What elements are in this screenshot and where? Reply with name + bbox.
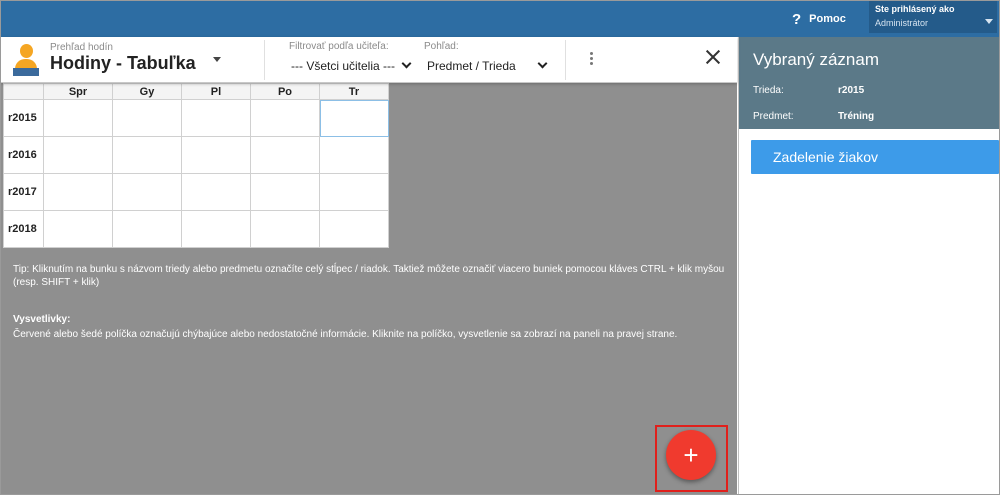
add-button[interactable]: + (666, 430, 716, 480)
field-value: Tréning (838, 111, 875, 122)
table-cell[interactable] (43, 210, 113, 248)
table-cell[interactable] (250, 210, 320, 248)
table-cell[interactable] (250, 173, 320, 211)
column-header[interactable]: Pl (181, 83, 251, 100)
row-header[interactable]: r2017 (3, 173, 44, 211)
view-label: Pohľad: (424, 41, 459, 52)
divider (264, 40, 265, 80)
table-cell[interactable] (181, 210, 251, 248)
table-cell[interactable] (43, 99, 113, 137)
table-row: r2015 (3, 99, 389, 137)
top-bar: ? Pomoc Ste prihlásený ako Administrátor (1, 1, 999, 37)
teacher-filter-label: Filtrovať podľa učiteľa: (289, 41, 389, 52)
table-row: r2016 (3, 136, 389, 174)
table-cell[interactable] (250, 136, 320, 174)
tip-text: Tip: Kliknutím na bunku s názvom triedy … (13, 264, 725, 288)
detail-panel: Vybraný záznam Trieda: r2015 Predmet: Tr… (738, 37, 999, 494)
table-cell[interactable] (181, 99, 251, 137)
main-area: Spr Gy Pl Po Tr r2015 r2016 r2017 r2018 … (1, 83, 737, 494)
table-cell[interactable] (43, 136, 113, 174)
user-label: Ste prihlásený ako (875, 4, 955, 14)
table-cell-selected[interactable] (319, 99, 389, 137)
field-value: r2015 (838, 85, 865, 96)
plus-icon: + (683, 440, 699, 470)
table-cell[interactable] (112, 136, 182, 174)
more-options-icon[interactable] (590, 52, 594, 68)
table-cell[interactable] (250, 99, 320, 137)
teacher-filter-value: --- Všetci učitelia --- (291, 59, 396, 73)
field-label: Trieda: (753, 85, 784, 96)
assign-students-button[interactable]: Zadelenie žiakov (751, 140, 999, 174)
user-value: Administrátor (875, 18, 929, 28)
table-cell[interactable] (319, 136, 389, 174)
table-cell[interactable] (319, 173, 389, 211)
app-frame: ? Pomoc Ste prihlásený ako Administrátor… (0, 0, 1000, 495)
detail-panel-header: Vybraný záznam Trieda: r2015 Predmet: Tr… (739, 37, 999, 129)
table-cell[interactable] (112, 173, 182, 211)
table-cell[interactable] (112, 210, 182, 248)
teacher-filter-select[interactable]: --- Všetci učitelia --- (291, 57, 415, 75)
table-cell[interactable] (112, 99, 182, 137)
table-cell[interactable] (181, 173, 251, 211)
close-icon[interactable] (703, 47, 723, 67)
breadcrumb: Prehľad hodín (50, 42, 113, 53)
caret-down-icon (985, 19, 993, 24)
table-cell[interactable] (181, 136, 251, 174)
page-title: Hodiny - Tabuľka (50, 53, 196, 73)
table-row: r2018 (3, 210, 389, 248)
view-value: Predmet / Trieda (427, 59, 516, 73)
help-link[interactable]: ? Pomoc (792, 9, 846, 29)
table-row: r2017 (3, 173, 389, 211)
view-select[interactable]: Predmet / Trieda (427, 57, 549, 75)
row-header[interactable]: r2015 (3, 99, 44, 137)
divider (565, 40, 566, 80)
table-cell[interactable] (319, 210, 389, 248)
column-header[interactable]: Spr (43, 83, 113, 100)
legend-text: Červené alebo šedé políčka označujú chýb… (13, 329, 678, 340)
field-label: Predmet: (753, 111, 794, 122)
column-header[interactable]: Gy (112, 83, 182, 100)
table-cell[interactable] (43, 173, 113, 211)
teacher-icon (13, 44, 39, 76)
title-dropdown-icon[interactable] (213, 57, 221, 62)
row-header[interactable]: r2018 (3, 210, 44, 248)
legend-heading: Vysvetlivky: (13, 314, 71, 325)
column-header[interactable]: Po (250, 83, 320, 100)
help-label: Pomoc (809, 13, 846, 25)
page-toolbar: Prehľad hodín Hodiny - Tabuľka Filtrovať… (1, 37, 737, 83)
user-menu[interactable]: Ste prihlásený ako Administrátor (869, 1, 997, 33)
question-icon: ? (792, 10, 802, 28)
schedule-table: Spr Gy Pl Po Tr r2015 r2016 r2017 r2018 (3, 83, 389, 248)
table-corner (3, 83, 44, 100)
panel-title: Vybraný záznam (753, 50, 879, 69)
row-header[interactable]: r2016 (3, 136, 44, 174)
column-header[interactable]: Tr (319, 83, 389, 100)
